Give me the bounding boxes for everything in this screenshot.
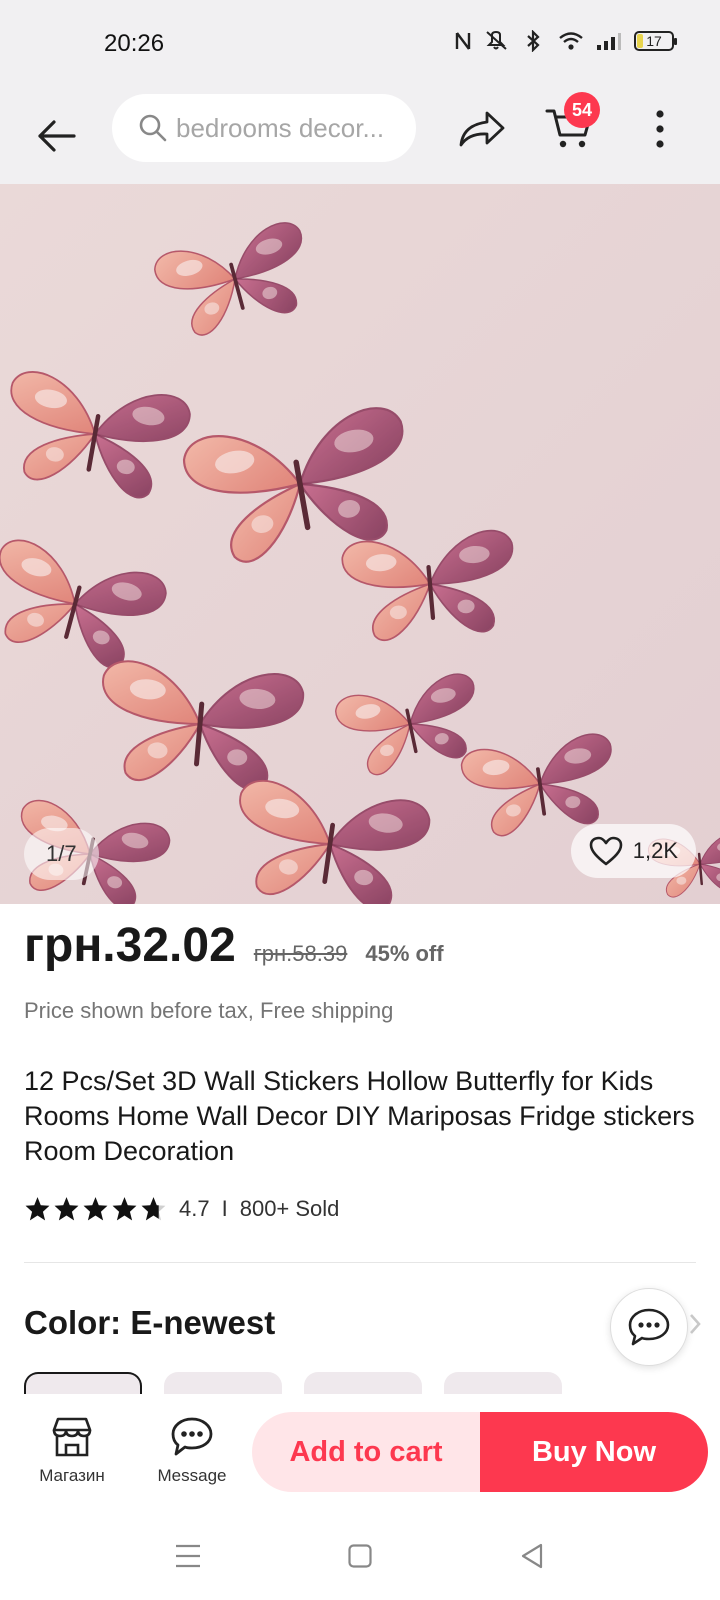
color-swatch[interactable] (24, 1372, 142, 1394)
color-label: Color: E-newest (24, 1304, 276, 1341)
star-icon (25, 1197, 50, 1221)
search-placeholder: bedrooms decor... (176, 112, 385, 143)
rating-row[interactable]: 4.7 I 800+ Sold (24, 1196, 339, 1222)
arrow-left-icon (38, 120, 76, 152)
menu-icon (176, 1544, 200, 1568)
color-swatch[interactable] (164, 1372, 282, 1394)
star-icon (141, 1197, 166, 1221)
battery-icon: 17 (634, 31, 677, 51)
section-divider (24, 1262, 696, 1263)
share-button[interactable] (454, 104, 510, 154)
triangle-back-icon (521, 1543, 543, 1569)
more-vertical-icon (656, 110, 664, 148)
product-photo (0, 184, 720, 904)
price-row: грн.32.02 грн.58.39 45% off (24, 918, 444, 973)
buy-now-button[interactable]: Buy Now (480, 1412, 708, 1492)
home-button[interactable] (340, 1536, 380, 1576)
wifi-icon (558, 31, 584, 51)
bottom-action-bar: Магазин Message Add to cart Buy Now (0, 1394, 720, 1514)
recent-apps-button[interactable] (168, 1536, 208, 1576)
bluetooth-icon (524, 30, 546, 52)
color-swatch[interactable] (304, 1372, 422, 1394)
discount-badge: 45% off (365, 941, 444, 966)
signal-icon (596, 31, 622, 51)
system-nav-bar (0, 1514, 720, 1600)
back-nav-button[interactable] (512, 1536, 552, 1576)
message-icon (171, 1417, 213, 1456)
cart-count-badge: 54 (564, 92, 600, 128)
more-options-button[interactable] (640, 104, 680, 154)
square-icon (348, 1544, 372, 1568)
wishlist-button[interactable]: 1,2K (570, 824, 696, 878)
color-swatches (24, 1372, 562, 1394)
current-price: грн.32.02 (24, 919, 236, 972)
wishlist-count: 1,2K (632, 838, 678, 863)
star-icon (54, 1197, 79, 1221)
share-icon (459, 111, 505, 147)
message-label: Message (157, 1466, 227, 1485)
original-price: грн.58.39 (253, 941, 348, 966)
mute-icon (484, 30, 512, 52)
color-swatch[interactable] (444, 1372, 562, 1394)
product-image-gallery[interactable]: 1/7 1,2K (0, 184, 720, 904)
chat-float-button[interactable] (610, 1288, 688, 1366)
rating-stars (24, 1196, 167, 1222)
heart-icon (589, 836, 623, 866)
store-label: Магазин (39, 1466, 105, 1485)
tax-shipping-note: Price shown before tax, Free shipping (24, 998, 394, 1023)
status-bar: 20:26 17 (0, 0, 720, 90)
rating-separator: I (221, 1196, 228, 1221)
store-icon (52, 1417, 92, 1457)
add-to-cart-button[interactable]: Add to cart (252, 1412, 480, 1492)
search-input[interactable]: bedrooms decor... (112, 94, 416, 162)
chevron-right-icon (688, 1312, 704, 1338)
message-button[interactable]: Message (142, 1416, 242, 1486)
rating-value: 4.7 (179, 1196, 210, 1221)
store-button[interactable]: Магазин (22, 1416, 122, 1486)
status-time: 20:26 (104, 30, 165, 57)
nfc-icon (454, 30, 472, 52)
status-icons: 17 (454, 30, 677, 52)
image-counter: 1/7 (24, 828, 99, 880)
product-title: 12 Pcs/Set 3D Wall Stickers Hollow Butte… (24, 1066, 695, 1166)
search-icon (139, 114, 167, 142)
star-icon (83, 1197, 108, 1221)
sold-count: 800+ Sold (239, 1196, 340, 1221)
back-button[interactable] (30, 110, 82, 162)
star-icon (112, 1197, 137, 1221)
top-header: bedrooms decor... 54 (0, 90, 720, 184)
chat-bubble-icon (628, 1308, 670, 1346)
